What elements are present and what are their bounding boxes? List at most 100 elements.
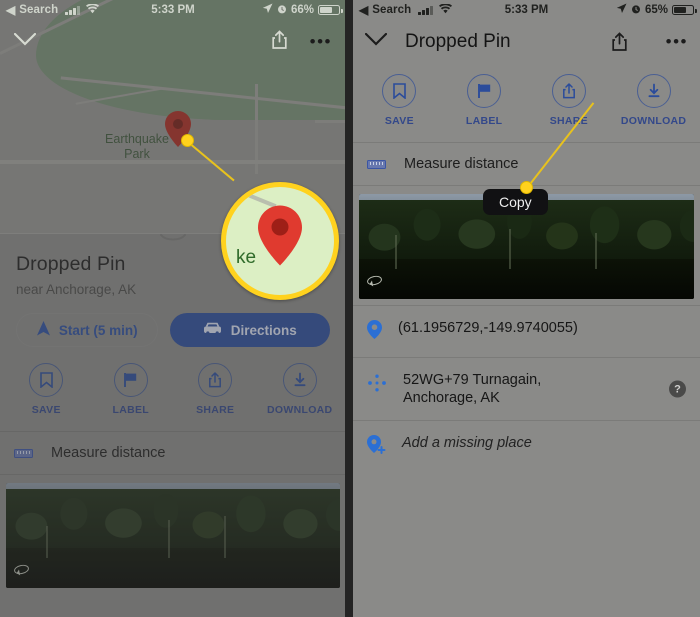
map-pin-icon xyxy=(367,319,382,344)
status-left-group: ◀ Search xyxy=(6,2,99,17)
download-icon xyxy=(282,363,317,397)
measure-distance-label: Measure distance xyxy=(51,445,166,461)
add-missing-place-row[interactable]: Add a missing place xyxy=(353,421,700,472)
label-button[interactable]: LABEL xyxy=(442,74,527,127)
status-back-label[interactable]: Search xyxy=(19,4,58,16)
measure-distance-row[interactable]: Measure distance xyxy=(353,143,700,185)
share-icon[interactable] xyxy=(611,32,628,52)
share-button[interactable]: SHARE xyxy=(173,363,258,416)
back-arrow-icon[interactable]: ◀ xyxy=(6,4,15,16)
right-phone-panel: ◀ Search 5:33 PM 65% Dropped Pin ••• SAV… xyxy=(353,0,700,617)
label-button-label: LABEL xyxy=(112,404,149,416)
park-label-line-2: Park xyxy=(124,147,150,161)
left-status-bar: ◀ Search 5:33 PM 66% xyxy=(0,0,345,20)
photo-trunk xyxy=(46,526,48,558)
download-button[interactable]: DOWNLOAD xyxy=(258,363,343,416)
label-button[interactable]: LABEL xyxy=(89,363,174,416)
more-options-icon[interactable]: ••• xyxy=(666,33,688,50)
photo-canopy xyxy=(6,489,340,551)
share-icon xyxy=(198,363,233,397)
directions-button-label: Directions xyxy=(230,322,297,338)
chevron-down-icon[interactable] xyxy=(364,32,388,51)
cta-row: Start (5 min) Directions xyxy=(0,297,345,347)
action-button-row: SAVE LABEL SHARE DOWNLOAD xyxy=(0,347,345,416)
coordinates-row[interactable]: (61.1956729,-149.9740055) xyxy=(353,306,700,357)
magnifier-callout-map-pin: ke xyxy=(221,182,339,300)
chevron-down-icon[interactable] xyxy=(13,32,37,51)
download-button-label: DOWNLOAD xyxy=(267,404,333,416)
coordinates-value: (61.1956729,-149.9740055) xyxy=(398,320,578,336)
page-title: Dropped Pin xyxy=(405,31,511,52)
save-button[interactable]: SAVE xyxy=(4,363,89,416)
flag-icon xyxy=(113,363,148,397)
map-pin-icon xyxy=(258,205,302,270)
photo-trunk xyxy=(509,229,511,269)
measure-distance-row[interactable]: Measure distance xyxy=(0,432,345,474)
place-photo[interactable] xyxy=(6,483,340,588)
download-button-label: DOWNLOAD xyxy=(620,115,687,127)
start-button[interactable]: Start (5 min) xyxy=(16,313,158,347)
save-button-label: SAVE xyxy=(384,115,414,127)
share-icon[interactable] xyxy=(271,29,288,55)
photo-trunk xyxy=(395,235,397,269)
share-icon xyxy=(551,74,586,108)
directions-button[interactable]: Directions xyxy=(169,313,330,347)
map-road xyxy=(315,120,345,123)
back-arrow-icon[interactable]: ◀ xyxy=(359,4,368,16)
left-map-header: ••• xyxy=(0,22,345,62)
plus-code-value: 52WG+79 Turnagain, Anchorage, AK xyxy=(403,371,541,407)
add-place-icon xyxy=(367,434,386,459)
right-panel-body: SAVE LABEL SHARE DOWNLOAD Measure distan… xyxy=(353,64,700,617)
status-left-group: ◀ Search xyxy=(359,2,452,17)
photo-trunk xyxy=(595,233,597,269)
help-icon[interactable]: ? xyxy=(669,380,686,398)
battery-icon xyxy=(318,5,343,15)
location-arrow-icon xyxy=(616,3,627,17)
download-icon xyxy=(636,74,671,108)
plus-code-line-2: Anchorage, AK xyxy=(403,390,500,406)
status-right-group: 65% xyxy=(616,3,697,17)
save-button[interactable]: SAVE xyxy=(357,74,442,127)
panel-divider xyxy=(345,0,353,617)
photo-ground xyxy=(6,548,340,588)
signal-bars-icon xyxy=(418,5,433,15)
share-button-label: SHARE xyxy=(196,404,235,416)
status-battery-percent: 65% xyxy=(644,4,668,16)
status-battery-percent: 66% xyxy=(290,4,314,16)
more-options-icon[interactable]: ••• xyxy=(310,33,332,50)
screenshot-stage: Earthquake Park ◀ Search 5:33 PM 66% •••… xyxy=(0,0,700,617)
flag-icon xyxy=(467,74,502,108)
share-button[interactable]: SHARE xyxy=(527,74,612,127)
bookmark-icon xyxy=(29,363,64,397)
wifi-icon xyxy=(85,2,99,17)
location-arrow-icon xyxy=(262,3,273,17)
copy-tooltip[interactable]: Copy xyxy=(483,189,548,215)
download-button[interactable]: DOWNLOAD xyxy=(611,74,696,127)
wifi-icon xyxy=(438,2,452,17)
callout-anchor-dot xyxy=(520,181,533,194)
callout-anchor-dot xyxy=(181,134,194,147)
plus-code-icon xyxy=(367,371,387,397)
right-status-bar: ◀ Search 5:33 PM 65% xyxy=(353,0,700,20)
label-button-label: LABEL xyxy=(465,115,503,127)
add-missing-place-label: Add a missing place xyxy=(402,435,532,451)
left-phone-panel: Earthquake Park ◀ Search 5:33 PM 66% •••… xyxy=(0,0,345,617)
ruler-icon xyxy=(367,159,386,169)
signal-bars-icon xyxy=(65,5,80,15)
place-details-list: (61.1956729,-149.9740055) 52WG+79 Turnag… xyxy=(353,306,700,472)
plus-code-row[interactable]: 52WG+79 Turnagain, Anchorage, AK ? xyxy=(353,358,700,420)
action-button-row: SAVE LABEL SHARE DOWNLOAD xyxy=(353,64,700,127)
photo-ground xyxy=(359,259,694,299)
measure-distance-label: Measure distance xyxy=(404,156,519,172)
start-button-label: Start (5 min) xyxy=(58,322,138,338)
magnified-label-text: ke xyxy=(236,247,257,268)
right-panel-header: Dropped Pin ••• xyxy=(353,20,700,64)
status-back-label[interactable]: Search xyxy=(372,4,411,16)
save-button-label: SAVE xyxy=(31,404,61,416)
copy-tooltip-label: Copy xyxy=(499,194,532,210)
navigation-arrow-icon xyxy=(36,321,51,339)
plus-code-line-1: 52WG+79 Turnagain, xyxy=(403,372,542,388)
alarm-clock-icon xyxy=(277,4,287,17)
ruler-icon xyxy=(14,448,33,458)
alarm-clock-icon xyxy=(631,4,641,17)
